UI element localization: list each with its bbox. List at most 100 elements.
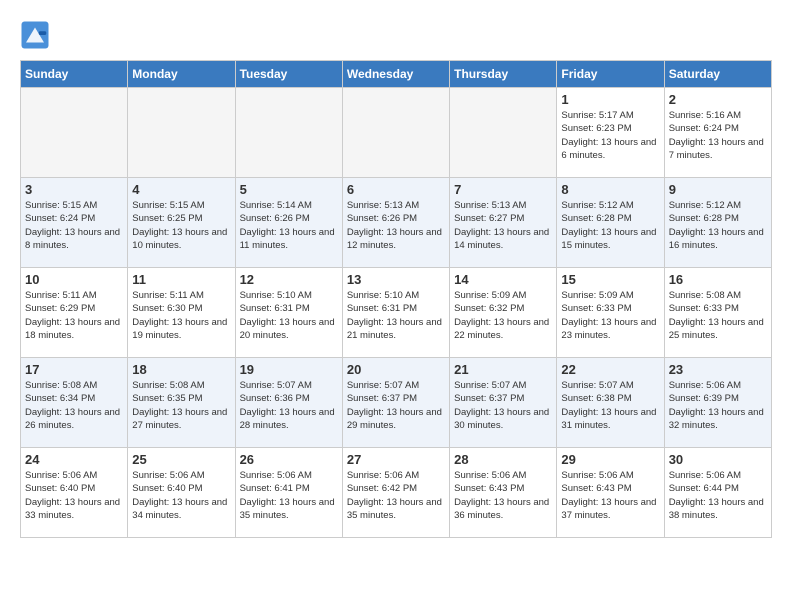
day-number: 22 bbox=[561, 362, 659, 377]
day-number: 9 bbox=[669, 182, 767, 197]
day-number: 15 bbox=[561, 272, 659, 287]
calendar-cell: 27 Sunrise: 5:06 AMSunset: 6:42 PMDayligh… bbox=[342, 448, 449, 538]
day-number: 10 bbox=[25, 272, 123, 287]
logo-icon bbox=[20, 20, 50, 50]
day-info: Sunrise: 5:13 AMSunset: 6:26 PMDaylight:… bbox=[347, 199, 445, 252]
calendar-cell: 7 Sunrise: 5:13 AMSunset: 6:27 PMDaylight… bbox=[450, 178, 557, 268]
day-number: 21 bbox=[454, 362, 552, 377]
day-info: Sunrise: 5:15 AMSunset: 6:24 PMDaylight:… bbox=[25, 199, 123, 252]
day-info: Sunrise: 5:11 AMSunset: 6:30 PMDaylight:… bbox=[132, 289, 230, 342]
day-info: Sunrise: 5:14 AMSunset: 6:26 PMDaylight:… bbox=[240, 199, 338, 252]
calendar-week-1: 1 Sunrise: 5:17 AMSunset: 6:23 PMDaylight… bbox=[21, 88, 772, 178]
day-number: 8 bbox=[561, 182, 659, 197]
calendar-cell: 25 Sunrise: 5:06 AMSunset: 6:40 PMDayligh… bbox=[128, 448, 235, 538]
calendar-cell: 30 Sunrise: 5:06 AMSunset: 6:44 PMDayligh… bbox=[664, 448, 771, 538]
calendar-cell bbox=[21, 88, 128, 178]
day-info: Sunrise: 5:07 AMSunset: 6:37 PMDaylight:… bbox=[347, 379, 445, 432]
weekday-header-wednesday: Wednesday bbox=[342, 61, 449, 88]
day-info: Sunrise: 5:06 AMSunset: 6:40 PMDaylight:… bbox=[132, 469, 230, 522]
day-number: 20 bbox=[347, 362, 445, 377]
day-number: 5 bbox=[240, 182, 338, 197]
day-info: Sunrise: 5:13 AMSunset: 6:27 PMDaylight:… bbox=[454, 199, 552, 252]
calendar-cell bbox=[128, 88, 235, 178]
day-number: 17 bbox=[25, 362, 123, 377]
calendar-cell: 1 Sunrise: 5:17 AMSunset: 6:23 PMDaylight… bbox=[557, 88, 664, 178]
day-info: Sunrise: 5:09 AMSunset: 6:33 PMDaylight:… bbox=[561, 289, 659, 342]
day-info: Sunrise: 5:17 AMSunset: 6:23 PMDaylight:… bbox=[561, 109, 659, 162]
day-number: 1 bbox=[561, 92, 659, 107]
calendar-body: 1 Sunrise: 5:17 AMSunset: 6:23 PMDaylight… bbox=[21, 88, 772, 538]
day-info: Sunrise: 5:07 AMSunset: 6:38 PMDaylight:… bbox=[561, 379, 659, 432]
day-info: Sunrise: 5:06 AMSunset: 6:41 PMDaylight:… bbox=[240, 469, 338, 522]
day-info: Sunrise: 5:11 AMSunset: 6:29 PMDaylight:… bbox=[25, 289, 123, 342]
day-number: 25 bbox=[132, 452, 230, 467]
calendar-week-5: 24 Sunrise: 5:06 AMSunset: 6:40 PMDayligh… bbox=[21, 448, 772, 538]
day-number: 19 bbox=[240, 362, 338, 377]
day-number: 16 bbox=[669, 272, 767, 287]
calendar-cell: 20 Sunrise: 5:07 AMSunset: 6:37 PMDayligh… bbox=[342, 358, 449, 448]
calendar-cell: 21 Sunrise: 5:07 AMSunset: 6:37 PMDayligh… bbox=[450, 358, 557, 448]
day-info: Sunrise: 5:12 AMSunset: 6:28 PMDaylight:… bbox=[669, 199, 767, 252]
calendar-cell: 6 Sunrise: 5:13 AMSunset: 6:26 PMDaylight… bbox=[342, 178, 449, 268]
calendar-cell: 3 Sunrise: 5:15 AMSunset: 6:24 PMDaylight… bbox=[21, 178, 128, 268]
day-info: Sunrise: 5:06 AMSunset: 6:42 PMDaylight:… bbox=[347, 469, 445, 522]
day-number: 18 bbox=[132, 362, 230, 377]
day-info: Sunrise: 5:09 AMSunset: 6:32 PMDaylight:… bbox=[454, 289, 552, 342]
day-number: 23 bbox=[669, 362, 767, 377]
calendar-cell: 29Sunrise: 5:06 AMSunset: 6:43 PMDayligh… bbox=[557, 448, 664, 538]
day-number: 14 bbox=[454, 272, 552, 287]
day-number: 7 bbox=[454, 182, 552, 197]
calendar-cell: 28 Sunrise: 5:06 AMSunset: 6:43 PMDayligh… bbox=[450, 448, 557, 538]
weekday-header-row: SundayMondayTuesdayWednesdayThursdayFrid… bbox=[21, 61, 772, 88]
day-info: Sunrise: 5:10 AMSunset: 6:31 PMDaylight:… bbox=[240, 289, 338, 342]
day-info: Sunrise: 5:16 AMSunset: 6:24 PMDaylight:… bbox=[669, 109, 767, 162]
day-number: 12 bbox=[240, 272, 338, 287]
day-number: 6 bbox=[347, 182, 445, 197]
day-number: 24 bbox=[25, 452, 123, 467]
day-info: Sunrise: 5:06 AMSunset: 6:40 PMDaylight:… bbox=[25, 469, 123, 522]
calendar-cell: 8Sunrise: 5:12 AMSunset: 6:28 PMDaylight… bbox=[557, 178, 664, 268]
weekday-header-saturday: Saturday bbox=[664, 61, 771, 88]
calendar-cell: 12 Sunrise: 5:10 AMSunset: 6:31 PMDayligh… bbox=[235, 268, 342, 358]
calendar-cell: 16 Sunrise: 5:08 AMSunset: 6:33 PMDayligh… bbox=[664, 268, 771, 358]
weekday-header-thursday: Thursday bbox=[450, 61, 557, 88]
calendar-cell: 23Sunrise: 5:06 AMSunset: 6:39 PMDayligh… bbox=[664, 358, 771, 448]
day-info: Sunrise: 5:06 AMSunset: 6:43 PMDaylight:… bbox=[454, 469, 552, 522]
day-number: 2 bbox=[669, 92, 767, 107]
day-info: Sunrise: 5:07 AMSunset: 6:37 PMDaylight:… bbox=[454, 379, 552, 432]
calendar-cell: 24 Sunrise: 5:06 AMSunset: 6:40 PMDayligh… bbox=[21, 448, 128, 538]
day-info: Sunrise: 5:08 AMSunset: 6:34 PMDaylight:… bbox=[25, 379, 123, 432]
day-number: 3 bbox=[25, 182, 123, 197]
calendar-cell: 19 Sunrise: 5:07 AMSunset: 6:36 PMDayligh… bbox=[235, 358, 342, 448]
calendar-cell: 26Sunrise: 5:06 AMSunset: 6:41 PMDayligh… bbox=[235, 448, 342, 538]
calendar-cell: 11Sunrise: 5:11 AMSunset: 6:30 PMDayligh… bbox=[128, 268, 235, 358]
day-info: Sunrise: 5:06 AMSunset: 6:43 PMDaylight:… bbox=[561, 469, 659, 522]
calendar-cell: 4 Sunrise: 5:15 AMSunset: 6:25 PMDaylight… bbox=[128, 178, 235, 268]
calendar-cell: 10 Sunrise: 5:11 AMSunset: 6:29 PMDayligh… bbox=[21, 268, 128, 358]
day-info: Sunrise: 5:07 AMSunset: 6:36 PMDaylight:… bbox=[240, 379, 338, 432]
day-number: 4 bbox=[132, 182, 230, 197]
day-number: 27 bbox=[347, 452, 445, 467]
calendar-cell: 18Sunrise: 5:08 AMSunset: 6:35 PMDayligh… bbox=[128, 358, 235, 448]
calendar-week-3: 10 Sunrise: 5:11 AMSunset: 6:29 PMDayligh… bbox=[21, 268, 772, 358]
day-info: Sunrise: 5:10 AMSunset: 6:31 PMDaylight:… bbox=[347, 289, 445, 342]
calendar-week-4: 17 Sunrise: 5:08 AMSunset: 6:34 PMDayligh… bbox=[21, 358, 772, 448]
calendar-cell bbox=[450, 88, 557, 178]
weekday-header-friday: Friday bbox=[557, 61, 664, 88]
page-header bbox=[20, 20, 772, 50]
calendar-cell: 15 Sunrise: 5:09 AMSunset: 6:33 PMDayligh… bbox=[557, 268, 664, 358]
calendar-cell bbox=[235, 88, 342, 178]
calendar-table: SundayMondayTuesdayWednesdayThursdayFrid… bbox=[20, 60, 772, 538]
day-info: Sunrise: 5:08 AMSunset: 6:33 PMDaylight:… bbox=[669, 289, 767, 342]
day-info: Sunrise: 5:15 AMSunset: 6:25 PMDaylight:… bbox=[132, 199, 230, 252]
calendar-cell bbox=[342, 88, 449, 178]
calendar-week-2: 3 Sunrise: 5:15 AMSunset: 6:24 PMDaylight… bbox=[21, 178, 772, 268]
calendar-cell: 22 Sunrise: 5:07 AMSunset: 6:38 PMDayligh… bbox=[557, 358, 664, 448]
day-info: Sunrise: 5:06 AMSunset: 6:44 PMDaylight:… bbox=[669, 469, 767, 522]
day-number: 28 bbox=[454, 452, 552, 467]
calendar-cell: 17 Sunrise: 5:08 AMSunset: 6:34 PMDayligh… bbox=[21, 358, 128, 448]
calendar-cell: 14 Sunrise: 5:09 AMSunset: 6:32 PMDayligh… bbox=[450, 268, 557, 358]
calendar-cell: 5 Sunrise: 5:14 AMSunset: 6:26 PMDaylight… bbox=[235, 178, 342, 268]
day-number: 30 bbox=[669, 452, 767, 467]
weekday-header-monday: Monday bbox=[128, 61, 235, 88]
